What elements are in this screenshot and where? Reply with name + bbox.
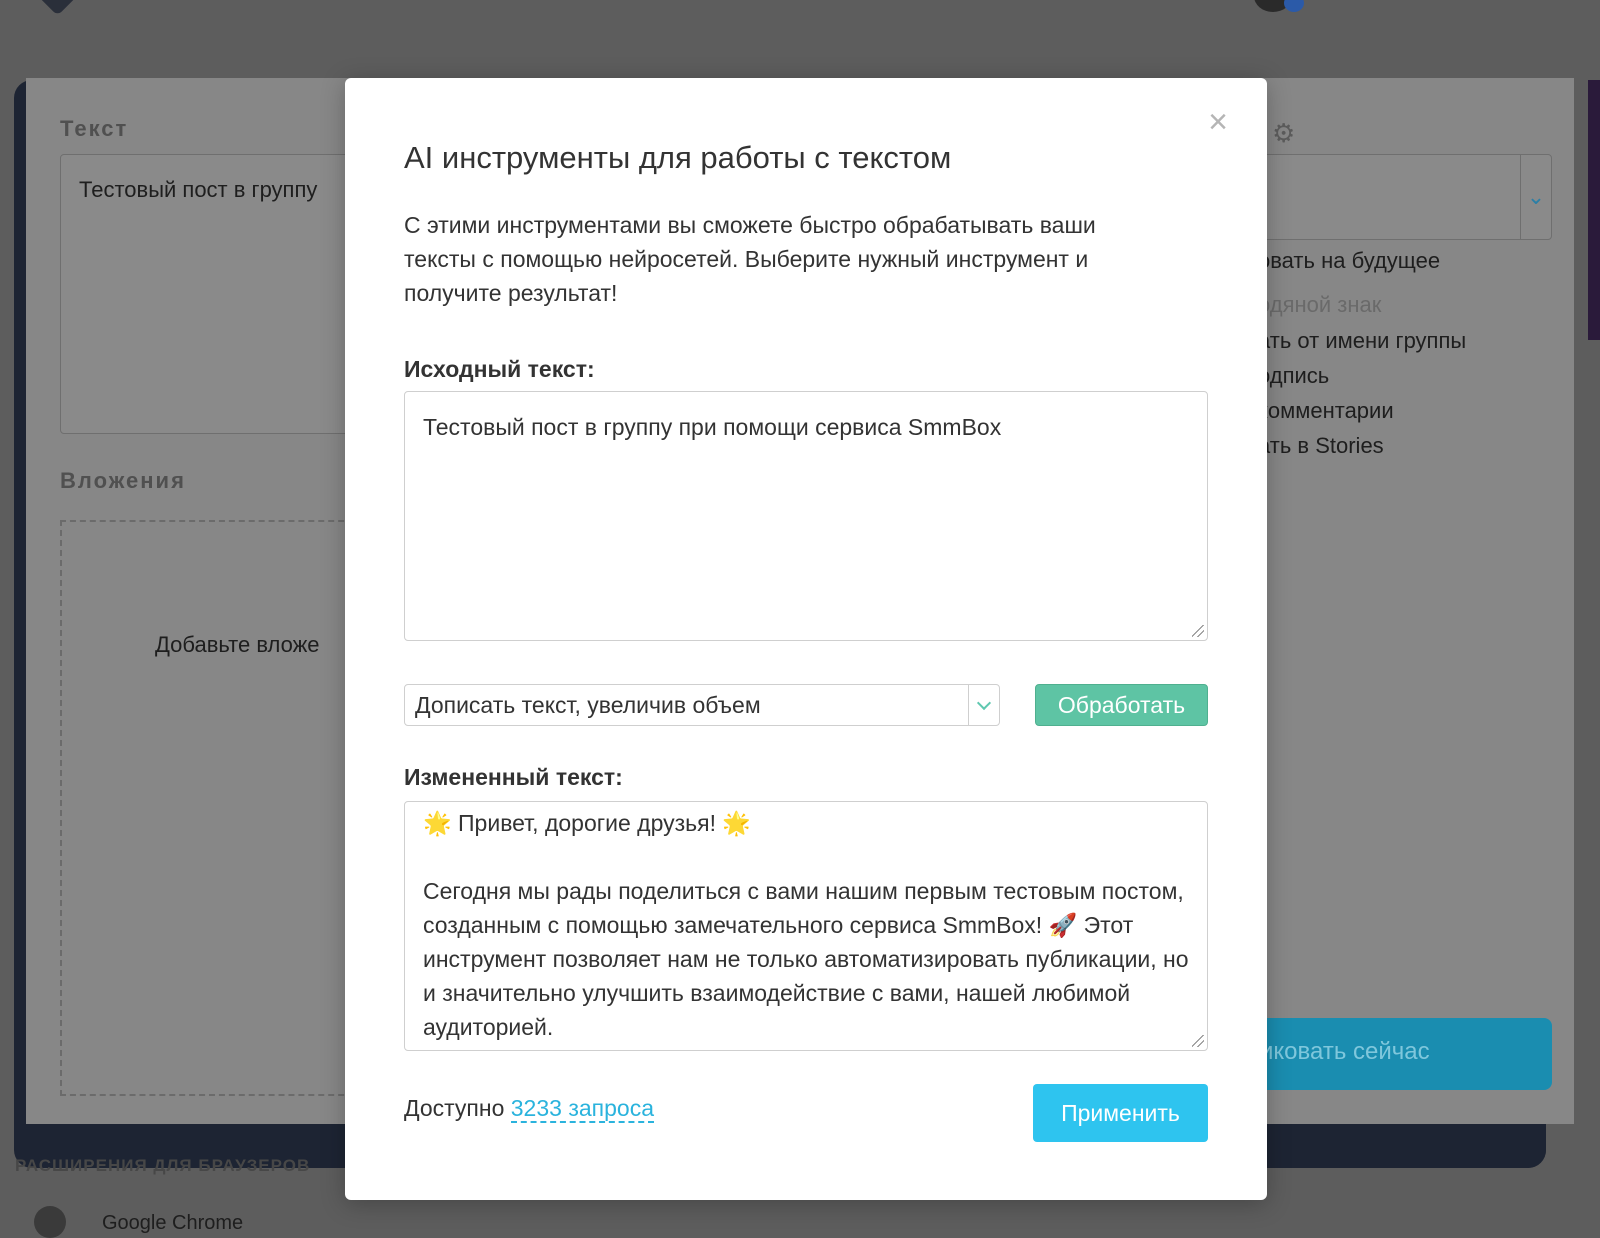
chevron-down-icon: ⌄	[1520, 155, 1551, 239]
result-text-label: Измененный текст:	[404, 764, 623, 790]
post-text-field: Тестовый пост в группу	[60, 154, 362, 434]
modal-title: AI инструменты для работы с текстом	[404, 140, 952, 175]
source-text-input[interactable]: Тестовый пост в группу при помощи сервис…	[404, 391, 1208, 641]
result-text-value: 🌟 Привет, дорогие друзья! 🌟 Сегодня мы р…	[423, 810, 1189, 1040]
gear-icon: ⚙	[1272, 118, 1296, 148]
text-section-label: Текст	[60, 116, 129, 141]
option-stories: ать в Stories	[1258, 433, 1384, 458]
page-edge	[1588, 80, 1600, 340]
result-text-input[interactable]: 🌟 Привет, дорогие друзья! 🌟 Сегодня мы р…	[404, 801, 1208, 1051]
post-text-value: Тестовый пост в группу	[79, 177, 318, 202]
close-icon[interactable]: ×	[1202, 105, 1234, 139]
resize-handle[interactable]	[1192, 625, 1204, 637]
extensions-title: РАСШИРЕНИЯ ДЛЯ БРАУЗЕРОВ	[15, 1156, 311, 1175]
ai-tools-modal: × AI инструменты для работы с текстом С …	[345, 78, 1267, 1200]
modal-description: С этими инструментами вы сможете быстро …	[404, 212, 1096, 306]
add-attachment-text: Добавьте вложе	[155, 632, 320, 657]
chrome-icon	[34, 1206, 66, 1238]
chevron-down-icon[interactable]	[968, 685, 999, 725]
source-text-label: Исходный текст:	[404, 356, 595, 382]
option-signature: одпись	[1258, 363, 1330, 388]
available-requests: Доступно 3233 запроса	[404, 1095, 654, 1123]
option-comments: комментарии	[1258, 398, 1394, 423]
process-button[interactable]: Обработать	[1035, 684, 1208, 726]
group-select: ⌄	[1250, 154, 1552, 240]
option-schedule: овать на будущее	[1258, 248, 1441, 273]
chrome-extension-link: Google Chrome	[102, 1212, 244, 1234]
option-watermark: одяной знак	[1258, 292, 1382, 317]
available-prefix: Доступно	[404, 1095, 511, 1121]
apply-button[interactable]: Применить	[1033, 1084, 1208, 1142]
app-logo	[29, 0, 79, 16]
attachments-dropzone: Добавьте вложе	[60, 520, 364, 1096]
publish-now-button: иковать сейчас	[1250, 1018, 1552, 1090]
page-frame-bottom	[1250, 1124, 1546, 1168]
resize-handle[interactable]	[1192, 1035, 1204, 1047]
tool-select-value: Дописать текст, увеличив объем	[415, 692, 761, 718]
source-text-value: Тестовый пост в группу при помощи сервис…	[423, 414, 1002, 440]
option-post-as-group: ать от имени группы	[1258, 328, 1467, 353]
publish-now-label: иковать сейчас	[1260, 1038, 1430, 1065]
attachments-section-label: Вложения	[60, 468, 186, 493]
tool-select[interactable]: Дописать текст, увеличив объем	[404, 684, 1000, 726]
requests-count-link[interactable]: 3233 запроса	[510, 1095, 654, 1123]
avatar-badge	[1284, 0, 1304, 12]
